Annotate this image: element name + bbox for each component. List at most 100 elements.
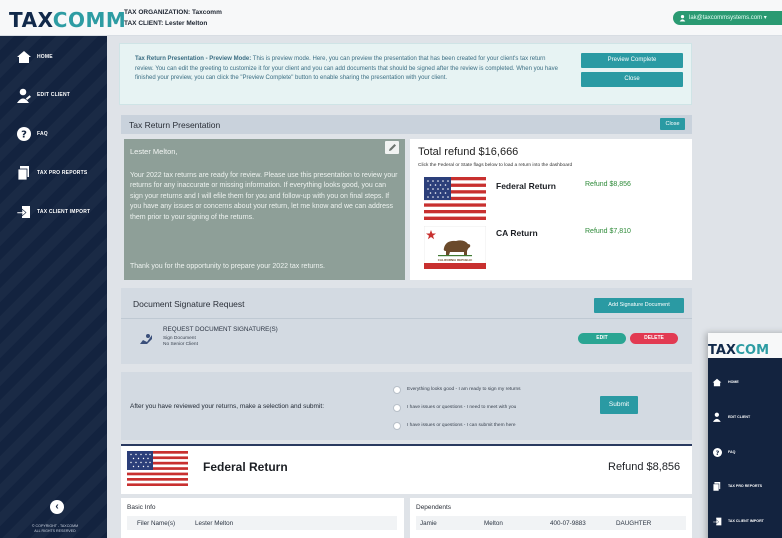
review-prompt: After you have reviewed your returns, ma…	[130, 403, 325, 410]
secondary-nav-edit-client[interactable]: EDIT CLIENT	[712, 410, 782, 424]
dependent-last-name: Melton	[484, 520, 503, 527]
presentation-header: Tax Return Presentation	[121, 115, 692, 134]
presentation-title: Tax Return Presentation	[129, 120, 221, 130]
california-flag-icon[interactable]: CALIFORNIA REPUBLIC	[424, 226, 486, 269]
logo-text-accent: COM	[735, 343, 770, 358]
basic-info-panel: Basic Info Filer Name(s) Lester Melton	[121, 498, 404, 538]
section-divider	[121, 318, 692, 319]
request-document-signature-title: REQUEST DOCUMENT SIGNATURE(S)	[163, 326, 278, 333]
secondary-nav-label: TAX PRO REPORTS	[728, 484, 763, 488]
sidebar-item-label: EDIT CLIENT	[37, 92, 71, 98]
submit-review-button[interactable]: Submit	[600, 396, 638, 414]
preview-notice-heading: Tax Return Presentation - Preview Mode:	[135, 56, 252, 62]
filer-name-value: Lester Melton	[195, 520, 234, 527]
preview-complete-button[interactable]: Preview Complete	[581, 53, 683, 68]
report-icon	[712, 481, 722, 491]
secondary-nav-faq[interactable]: ? FAQ	[712, 445, 782, 459]
home-icon	[712, 377, 722, 387]
sidebar-item-home[interactable]: HOME	[0, 46, 107, 68]
secondary-nav-label: EDIT CLIENT	[728, 415, 751, 419]
collapse-sidebar-button[interactable]: ‹	[50, 500, 64, 514]
radio-ready-to-sign[interactable]	[393, 386, 401, 394]
greeting-card: Lester Melton, Your 2022 tax returns are…	[124, 139, 405, 280]
request-subtext-2: No Senior Client	[163, 342, 198, 347]
signature-request-icon	[140, 334, 152, 344]
top-header: TAXCOMM TAX ORGANIZATION: Taxcomm TAX CL…	[0, 0, 782, 36]
radio-label-submit-issues: I have issues or questions - I can submi…	[407, 423, 516, 428]
report-icon	[15, 165, 33, 181]
tax-organization-label: TAX ORGANIZATION: Taxcomm	[124, 9, 222, 16]
sidebar	[0, 36, 107, 538]
secondary-nav-label: FAQ	[728, 450, 736, 454]
federal-refund-amount: Refund $8,856	[585, 181, 631, 188]
user-edit-icon	[15, 87, 33, 103]
secondary-nav-label: HOME	[728, 380, 739, 384]
sidebar-item-label: HOME	[37, 54, 53, 60]
sidebar-item-tax-pro-reports[interactable]: TAX PRO REPORTS	[0, 162, 107, 184]
sidebar-item-tax-client-import[interactable]: TAX CLIENT IMPORT	[0, 201, 107, 223]
user-email: lak@taxcommsystems.com ▾	[689, 15, 767, 21]
dependents-panel: Dependents Jamie Melton 400-07-9883 DAUG…	[410, 498, 692, 538]
us-flag-icon[interactable]	[424, 177, 486, 220]
total-refund: Total refund $16,666	[418, 146, 519, 158]
presentation-close-button[interactable]: Close	[660, 118, 685, 130]
radio-meet-with-preparer[interactable]	[393, 404, 401, 412]
user-menu-button[interactable]: lak@taxcommsystems.com ▾	[673, 11, 782, 25]
secondary-nav-label: TAX CLIENT IMPORT	[728, 519, 764, 523]
logo-text-accent: COMM	[52, 8, 127, 32]
dependents-title: Dependents	[416, 504, 452, 511]
ca-refund-amount: Refund $7,810	[585, 228, 631, 235]
dependent-first-name: Jamie	[420, 520, 437, 527]
filer-name-label: Filer Name(s)	[137, 520, 176, 527]
svg-text:?: ?	[715, 448, 719, 456]
copyright-text: © COPYRIGHT - TAXCOMM ALL RIGHTS RESERVED	[15, 524, 95, 534]
delete-signature-request-button[interactable]: DELETE	[630, 333, 678, 344]
sidebar-item-label: TAX PRO REPORTS	[37, 170, 88, 176]
secondary-nav-home[interactable]: HOME	[712, 375, 782, 389]
greeting-client-name: Lester Melton,	[130, 147, 178, 156]
ca-flag-text: CALIFORNIA REPUBLIC	[438, 258, 473, 262]
ca-return-label[interactable]: CA Return	[496, 228, 538, 238]
question-icon: ?	[712, 447, 722, 457]
add-signature-document-button[interactable]: Add Signature Document	[594, 298, 684, 313]
logo-text-main: TAX	[708, 343, 736, 358]
taxcomm-logo[interactable]: TAXCOMM	[9, 8, 126, 32]
federal-refund-total: Refund $8,856	[608, 461, 681, 473]
copyright-line-2: ALL RIGHTS RESERVED	[34, 529, 76, 533]
user-icon	[679, 14, 686, 22]
user-edit-icon	[712, 412, 722, 422]
dependent-ssn: 400-07-9883	[550, 520, 586, 527]
import-icon	[712, 516, 722, 526]
federal-return-title: Federal Return	[203, 460, 288, 474]
greeting-thanks: Thank you for the opportunity to prepare…	[130, 263, 325, 270]
app-window: TAXCOMM TAX ORGANIZATION: Taxcomm TAX CL…	[0, 0, 782, 538]
pencil-icon	[389, 144, 396, 151]
radio-submit-issues[interactable]	[393, 422, 401, 430]
federal-return-label[interactable]: Federal Return	[496, 181, 556, 191]
secondary-nav-tax-client-import[interactable]: TAX CLIENT IMPORT	[712, 514, 782, 528]
preview-notice-text: Tax Return Presentation - Preview Mode: …	[135, 55, 565, 84]
radio-label-meet-with-preparer: I have issues or questions - I need to m…	[407, 405, 517, 410]
sidebar-item-faq[interactable]: ? FAQ	[0, 123, 107, 145]
home-icon	[15, 49, 33, 65]
radio-label-ready-to-sign: Everything looks good - I am ready to si…	[407, 387, 521, 392]
dependent-relationship: DAUGHTER	[616, 520, 652, 527]
sidebar-item-edit-client[interactable]: EDIT CLIENT	[0, 84, 107, 106]
logo-text-main: TAX	[9, 8, 53, 32]
question-icon: ?	[15, 126, 33, 142]
us-flag-icon	[127, 451, 188, 486]
greeting-body: Your 2022 tax returns are ready for revi…	[130, 172, 398, 221]
edit-greeting-button[interactable]	[385, 141, 399, 154]
tax-client-label: TAX CLIENT: Lester Melton	[124, 20, 208, 27]
sidebar-item-label: FAQ	[37, 131, 48, 137]
taxcomm-logo-secondary: TAXCOM	[708, 343, 769, 358]
basic-info-title: Basic Info	[127, 504, 156, 511]
sidebar-item-label: TAX CLIENT IMPORT	[37, 209, 91, 215]
refund-summary-card: Total refund $16,666 Click the Federal o…	[410, 139, 692, 280]
document-signature-title: Document Signature Request	[133, 299, 245, 309]
notice-close-button[interactable]: Close	[581, 72, 683, 87]
edit-signature-request-button[interactable]: EDIT	[578, 333, 626, 344]
secondary-nav-tax-pro-reports[interactable]: TAX PRO REPORTS	[712, 479, 782, 493]
svg-text:?: ?	[21, 130, 27, 141]
import-icon	[15, 204, 33, 220]
